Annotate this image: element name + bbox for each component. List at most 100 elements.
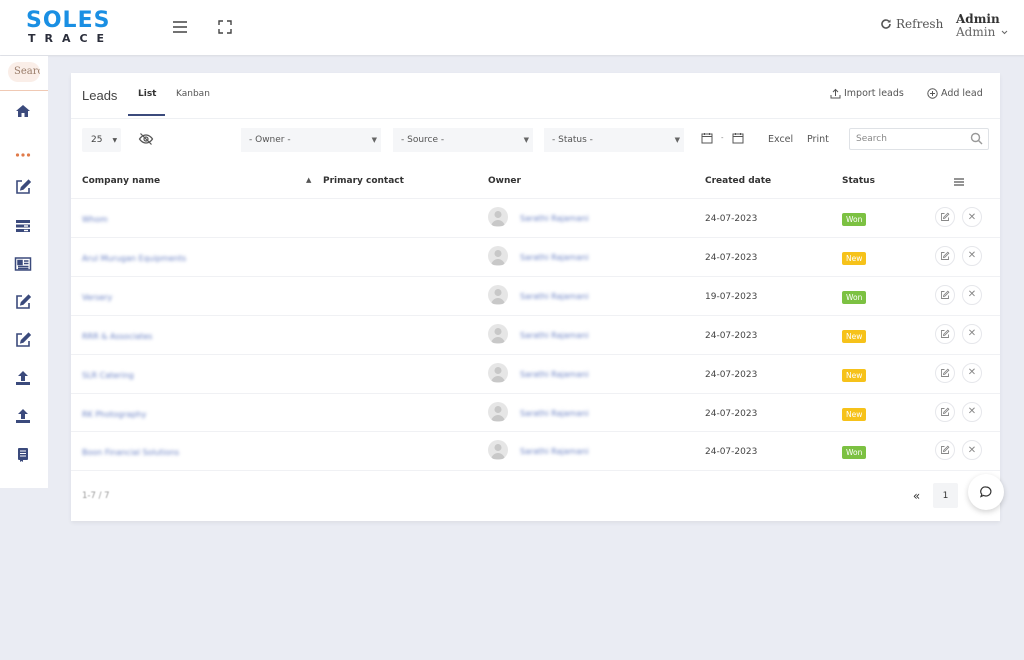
table-row[interactable]: SLR Catering Sarathi Rajamani 24-07-2023 Ne… [71,353,1000,392]
sidebar-search-input[interactable]: Search [8,62,40,82]
column-header-owner[interactable]: Owner [488,176,521,186]
edit-icon[interactable] [14,178,32,196]
logo[interactable]: SOLES TRACE [26,8,116,48]
source-filter-select[interactable]: - Source - ▼ [393,128,533,152]
header-divider [71,118,1000,119]
created-date: 24-07-2023 [705,369,758,380]
status-badge: Won [842,446,867,460]
close-icon: ✕ [967,250,977,262]
calendar-icon[interactable] [732,132,744,144]
tab-list[interactable]: List [138,89,156,99]
table-row[interactable]: Arul Murugan Equipments Sarathi Rajamani 2… [71,236,1000,275]
page-size-value: 25 [91,135,103,145]
table-row[interactable]: RRR & Associates Sarathi Rajamani 24-07-20… [71,314,1000,353]
page-size-select[interactable]: 25 ▼ [82,128,121,152]
edit-row-button[interactable] [935,323,955,344]
owner-name: Sarathi Rajamani [520,447,589,457]
edit-icon[interactable] [14,293,32,311]
status-filter-select[interactable]: - Status - ▼ [544,128,684,152]
close-icon: ✕ [967,328,977,340]
calendar-icon[interactable] [701,132,713,144]
company-name-link[interactable]: Boon Financial Solutions [82,448,179,457]
column-header-company[interactable]: Company name [82,176,160,186]
edit-row-button[interactable] [935,207,955,227]
record-count: 1-7 / 7 [82,491,110,501]
search-input[interactable] [850,129,960,149]
column-header-created[interactable]: Created date [705,176,771,186]
leads-card: Leads List Kanban Import leads Add lead … [71,73,1000,521]
refresh-label: Refresh [896,17,944,31]
delete-row-button[interactable]: ✕ [962,245,982,266]
close-icon: ✕ [967,211,977,223]
caret-down-icon: ▼ [371,136,377,144]
logo-subtitle: TRACE [28,32,114,45]
hide-columns-icon[interactable] [138,131,154,147]
pagination-first-button[interactable]: « [904,483,929,508]
table-row[interactable]: Versery Sarathi Rajamani 19-07-2023 Won ✕ [71,275,1000,314]
print-button[interactable]: Print [807,134,829,145]
edit-row-button[interactable] [935,440,955,461]
company-name-link[interactable]: SLR Catering [82,371,134,380]
avatar [488,440,508,461]
add-lead-button[interactable]: Add lead [927,88,983,99]
edit-icon[interactable] [14,331,32,349]
add-lead-label: Add lead [941,88,983,99]
created-date: 24-07-2023 [705,447,758,458]
more-dots-icon[interactable] [14,146,32,164]
avatar [488,362,508,383]
excel-export-button[interactable]: Excel [768,134,793,145]
refresh-button[interactable]: Refresh [880,15,943,33]
delete-row-button[interactable]: ✕ [962,207,982,227]
delete-row-button[interactable]: ✕ [962,323,982,344]
newspaper-icon[interactable] [14,255,32,273]
edit-row-button[interactable] [935,401,955,422]
edit-icon [941,212,950,221]
hamburger-menu-icon[interactable] [170,17,190,37]
column-header-contact[interactable]: Primary contact [323,176,404,186]
tab-kanban[interactable]: Kanban [176,89,210,99]
delete-row-button[interactable]: ✕ [962,362,982,383]
close-icon: ✕ [967,289,977,301]
date-range-picker[interactable]: - [701,132,744,144]
delete-row-button[interactable]: ✕ [962,284,982,305]
fullscreen-icon[interactable] [215,17,235,37]
active-tab-indicator [128,114,165,116]
search-icon[interactable] [970,132,983,145]
refresh-icon [881,19,891,29]
user-menu[interactable]: Admin Admin [956,13,1016,39]
import-leads-button[interactable]: Import leads [830,88,904,99]
caret-down-icon: ▼ [674,136,680,144]
delete-row-button[interactable]: ✕ [962,440,982,461]
edit-row-button[interactable] [935,284,955,305]
caret-down-icon: ▼ [523,136,529,144]
avatar [488,207,508,227]
table-row[interactable]: Boon Financial Solutions Sarathi Rajamani… [71,431,1000,469]
table-row[interactable]: Whom Sarathi Rajamani 24-07-2023 Won ✕ [71,198,1000,236]
upload-icon[interactable] [14,369,32,387]
avatar [488,245,508,266]
chat-button[interactable] [968,474,1004,510]
owner-filter-select[interactable]: - Owner - ▼ [241,128,381,152]
search-box [849,128,989,150]
table-row[interactable]: RK Photography Sarathi Rajamani 24-07-2023… [71,392,1000,431]
home-icon[interactable] [14,102,32,120]
column-menu-icon[interactable] [953,176,965,188]
column-header-status[interactable]: Status [842,176,875,186]
edit-icon [941,445,950,455]
owner-name: Sarathi Rajamani [520,369,589,379]
delete-row-button[interactable]: ✕ [962,401,982,422]
company-name-link[interactable]: Whom [82,215,108,224]
edit-row-button[interactable] [935,245,955,266]
upload-icon[interactable] [14,407,32,425]
company-name-link[interactable]: Versery [82,293,112,302]
pagination-page-button[interactable]: 1 [933,483,958,508]
chevron-down-icon [1001,30,1008,35]
company-name-link[interactable]: Arul Murugan Equipments [82,254,186,263]
company-name-link[interactable]: RK Photography [82,410,146,419]
stack-icon[interactable] [14,217,32,235]
sort-asc-icon[interactable]: ▲ [306,176,311,184]
edit-row-button[interactable] [935,362,955,383]
company-name-link[interactable]: RRR & Associates [82,332,152,341]
user-role: Admin [956,25,996,39]
document-icon[interactable] [14,446,32,464]
